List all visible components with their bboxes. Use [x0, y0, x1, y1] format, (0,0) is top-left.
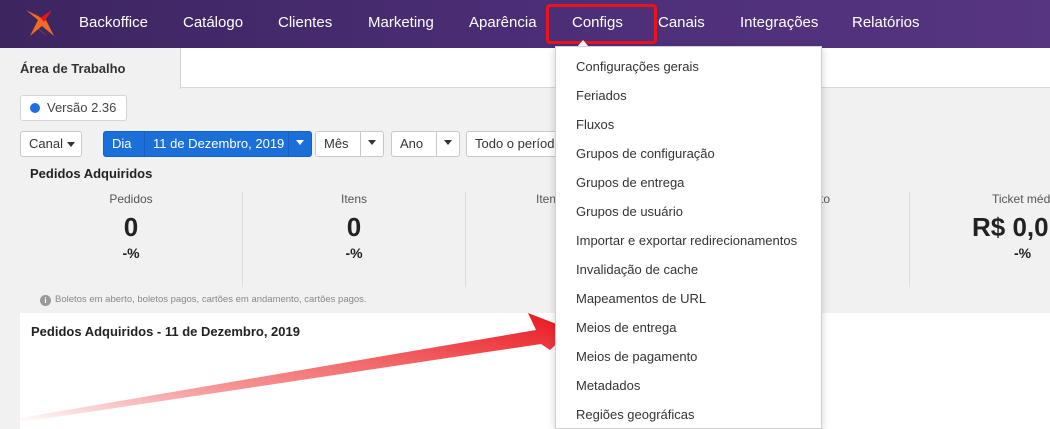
tab-label: Área de Trabalho — [20, 61, 126, 76]
ano-dropdown-toggle[interactable] — [436, 131, 460, 157]
stat-label: Ticket médi — [992, 192, 1050, 206]
divider — [465, 192, 466, 287]
nav-canais[interactable]: Canais — [658, 14, 705, 31]
nav-aparencia[interactable]: Aparência — [469, 14, 537, 31]
chevron-down-icon — [296, 140, 304, 146]
menu-item-regioes-geograficas[interactable]: Regiões geográficas — [576, 407, 695, 422]
menu-item-grupos-de-entrega[interactable]: Grupos de entrega — [576, 175, 684, 190]
menu-item-invalidacao-de-cache[interactable]: Invalidação de cache — [576, 262, 698, 277]
periodo-label: Todo o período — [475, 136, 558, 151]
nav-backoffice[interactable]: Backoffice — [79, 14, 148, 31]
mes-dropdown-toggle[interactable] — [360, 131, 384, 157]
stat-pedidos: Pedidos 0 -% — [66, 192, 196, 261]
nav-integracoes[interactable]: Integrações — [740, 14, 818, 31]
configs-dropdown-menu: Configurações gerais Feriados Fluxos Gru… — [555, 46, 822, 429]
stat-percent: -% — [345, 245, 363, 261]
nav-clientes[interactable]: Clientes — [278, 14, 332, 31]
menu-item-meios-de-pagamento[interactable]: Meios de pagamento — [576, 349, 697, 364]
stat-label: to — [820, 192, 831, 206]
menu-item-configuracoes-gerais[interactable]: Configurações gerais — [576, 59, 699, 74]
nav-relatorios[interactable]: Relatórios — [852, 14, 920, 31]
annotation-arrow-icon — [20, 313, 572, 422]
version-label: Versão 2.36 — [47, 100, 117, 115]
stat-label: Itens — [340, 192, 367, 206]
chevron-down-icon — [368, 140, 376, 146]
stat-label: Pedidos — [109, 192, 153, 206]
date-label: 11 de Dezembro, 2019 — [153, 136, 285, 151]
chevron-down-icon — [66, 142, 75, 148]
ano-button[interactable]: Ano — [391, 131, 437, 157]
stat-percent: -% — [122, 245, 140, 261]
nav-marketing[interactable]: Marketing — [368, 14, 434, 31]
ano-label: Ano — [400, 136, 424, 151]
configs-highlight-box — [546, 4, 657, 44]
canal-dropdown[interactable]: Canal — [20, 131, 82, 157]
menu-item-importar-exportar-redirecionamentos[interactable]: Importar e exportar redirecionamentos — [576, 233, 797, 248]
canal-label: Canal — [29, 136, 63, 151]
stat-value: 0 — [123, 212, 139, 242]
periodo-button[interactable]: Todo o período — [466, 131, 558, 157]
mes-button[interactable]: Mês — [315, 131, 361, 157]
menu-item-fluxos[interactable]: Fluxos — [576, 117, 614, 132]
stat-percent: -% — [1014, 245, 1032, 261]
menu-item-grupos-de-configuracao[interactable]: Grupos de configuração — [576, 146, 715, 161]
menu-item-grupos-de-usuario[interactable]: Grupos de usuário — [576, 204, 683, 219]
chevron-down-icon — [444, 140, 452, 146]
menu-item-mapeamentos-de-url[interactable]: Mapeamentos de URL — [576, 291, 706, 306]
app-logo-icon[interactable] — [22, 6, 58, 40]
section-title: Pedidos Adquiridos — [30, 166, 153, 181]
stat-value: R$ 0,0 — [972, 212, 1049, 242]
stat-value: 0 — [346, 212, 362, 242]
date-picker-button[interactable]: 11 de Dezembro, 2019 — [144, 131, 290, 157]
version-badge: Versão 2.36 — [20, 95, 128, 121]
menu-item-meios-de-entrega[interactable]: Meios de entrega — [576, 320, 676, 335]
stat-ticket-medio: Ticket médi R$ 0,0 -% — [960, 192, 1050, 261]
menu-item-metadados[interactable]: Metadados — [576, 378, 640, 393]
divider — [242, 192, 243, 287]
dia-label: Dia — [112, 136, 132, 151]
status-dot-icon — [30, 103, 40, 113]
divider — [909, 192, 910, 287]
dia-button[interactable]: Dia — [103, 131, 145, 157]
stat-itens: Itens 0 -% — [289, 192, 419, 261]
mes-label: Mês — [324, 136, 349, 151]
menu-item-feriados[interactable]: Feriados — [576, 88, 627, 103]
date-dropdown-toggle[interactable] — [288, 131, 312, 157]
nav-catalogo[interactable]: Catálogo — [183, 14, 243, 31]
